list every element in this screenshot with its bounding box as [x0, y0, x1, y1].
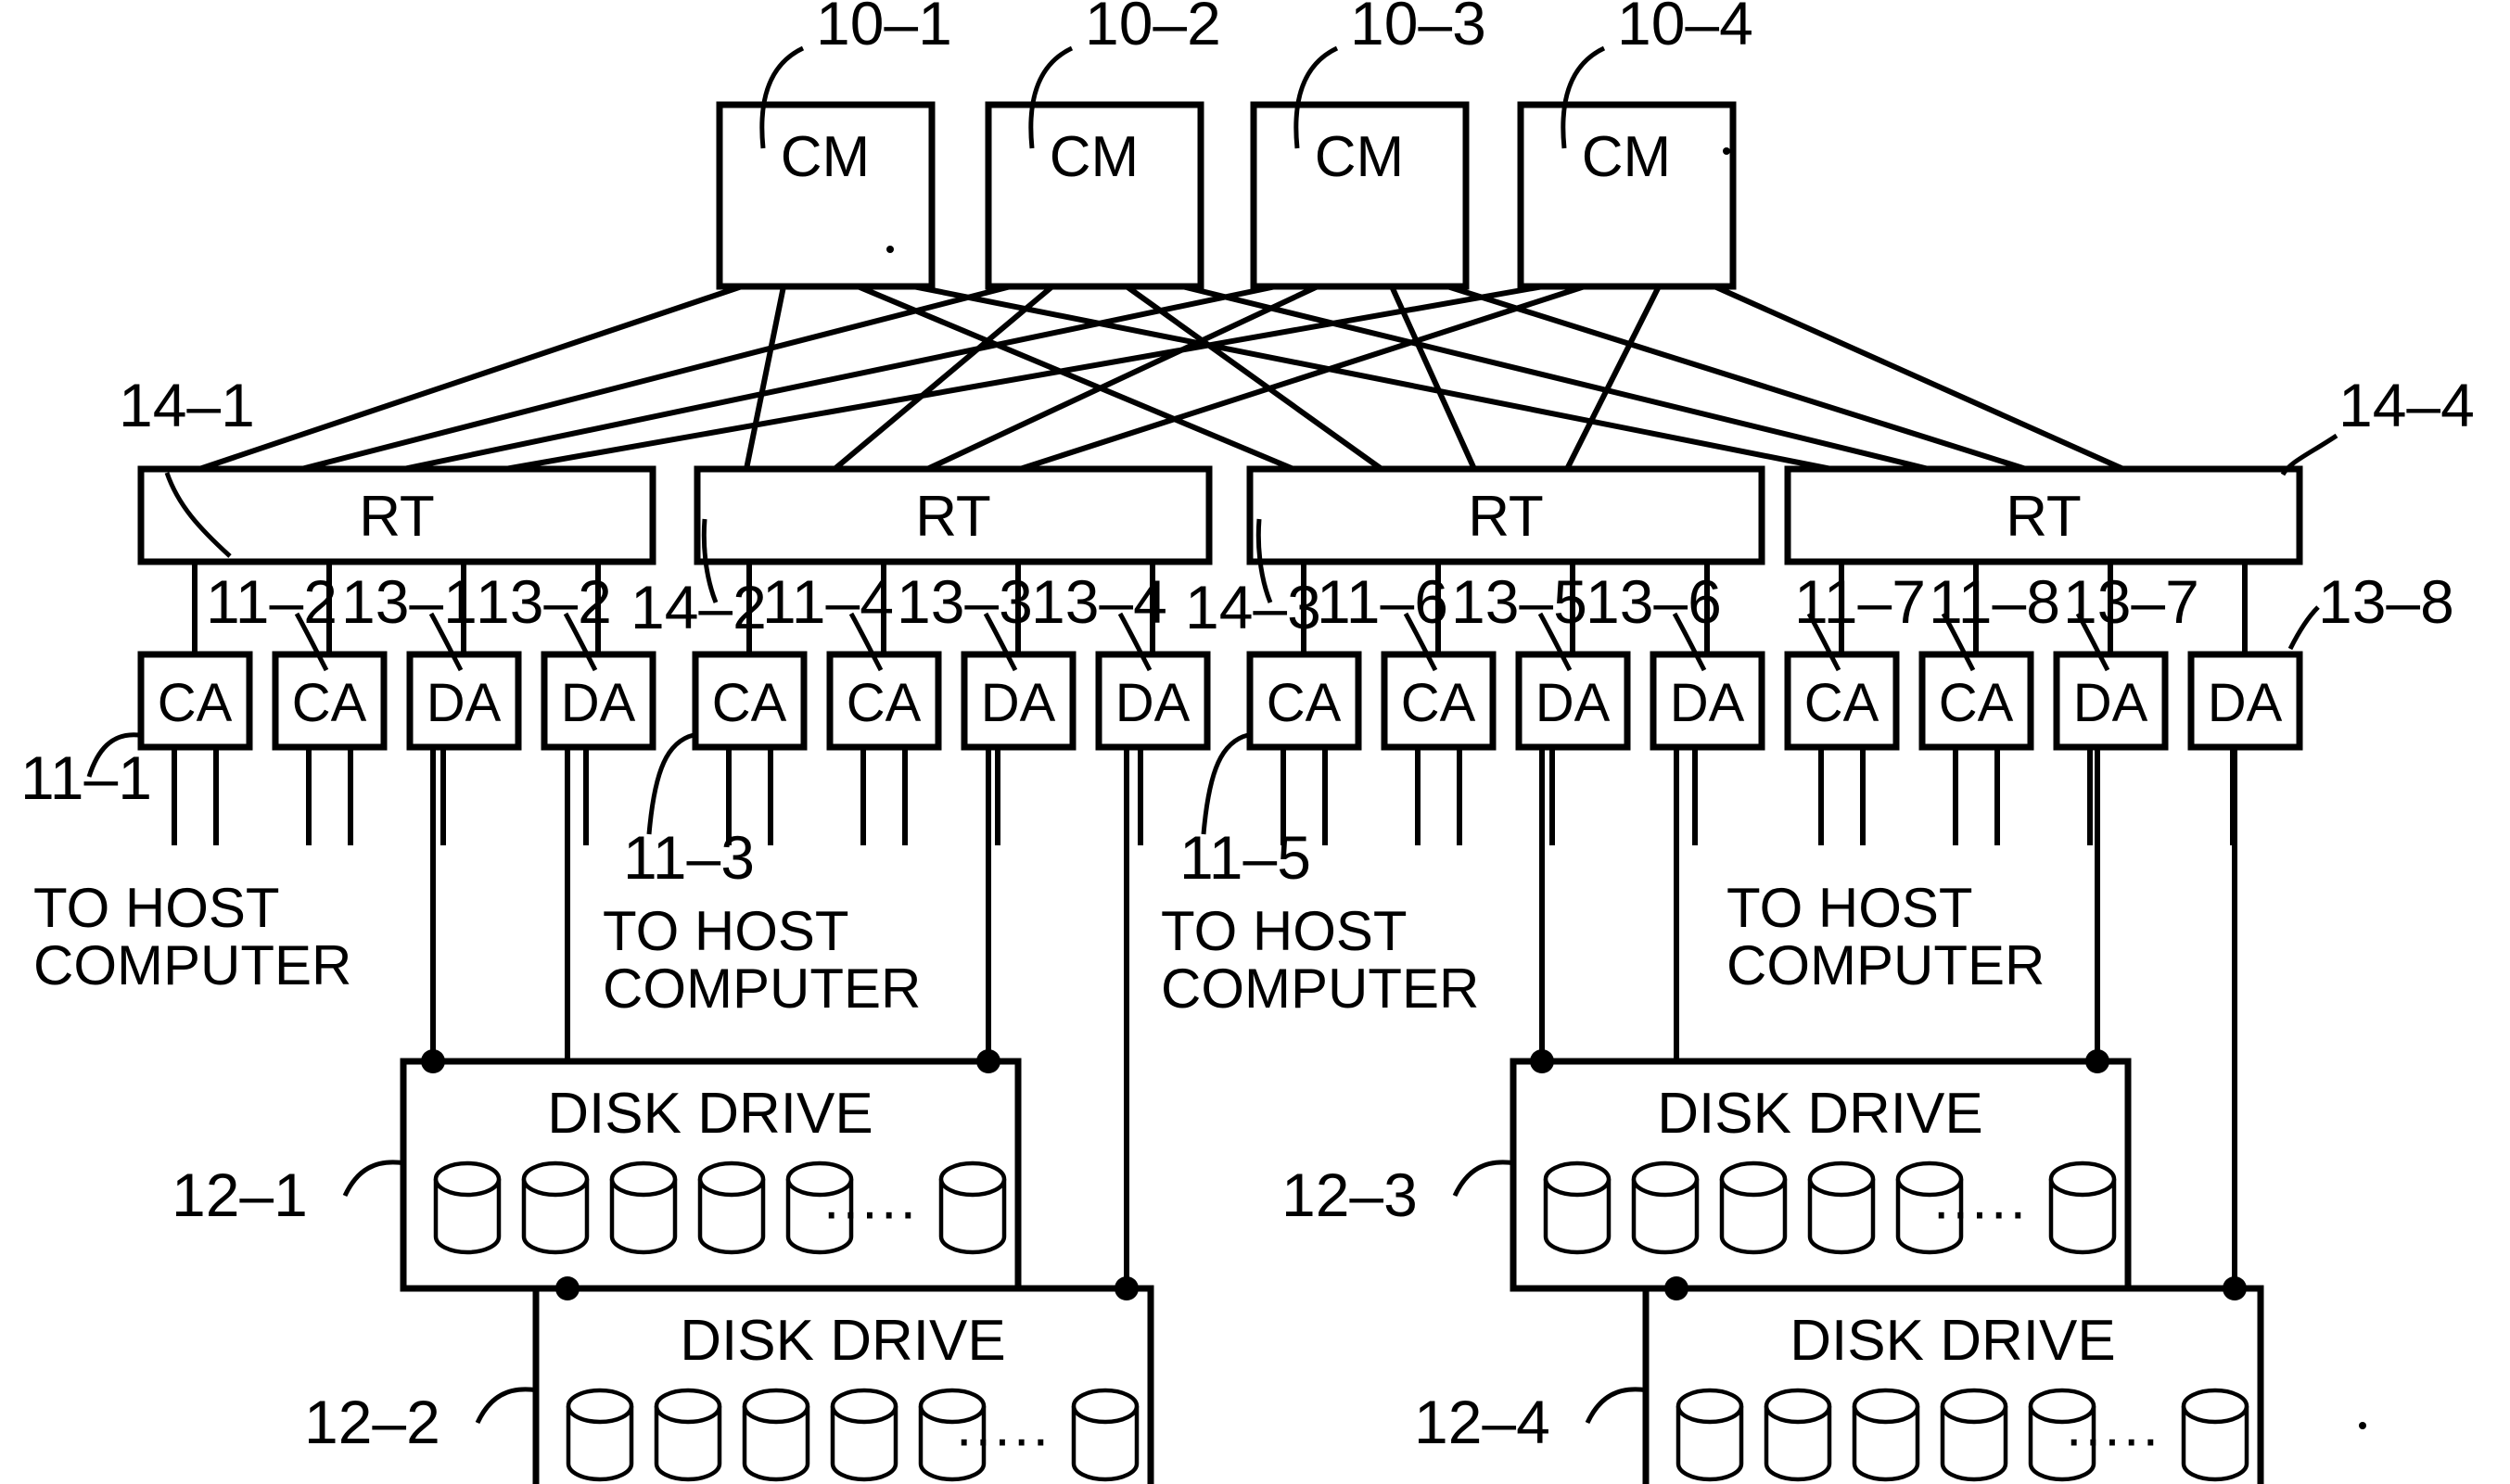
ref-12-3: 12–3	[1281, 1161, 1418, 1229]
ref-11-6: 11–6	[1317, 567, 1448, 636]
ref-10-1: 10–1	[816, 0, 952, 57]
adapter-label-12: DA	[1670, 673, 1745, 733]
rt-label-2: RT	[915, 485, 991, 549]
adapter-label-13: CA	[1804, 673, 1879, 733]
disk-drive-label-2: DISK DRIVE	[680, 1309, 1005, 1373]
host-note-4-line2: COMPUTER	[1726, 934, 2045, 996]
host-note-1-line2: COMPUTER	[33, 934, 351, 996]
disk-ellipsis-1: ·····	[822, 1180, 917, 1244]
ref-11-4: 11–4	[762, 567, 894, 636]
adapter-label-16: DA	[2208, 673, 2283, 733]
disk-drive-label-4: DISK DRIVE	[1790, 1309, 2115, 1373]
adapter-label-14: CA	[1939, 673, 2014, 733]
rt-label-3: RT	[1468, 485, 1544, 549]
host-note-3-line2: COMPUTER	[1161, 958, 1479, 1020]
ref-10-2: 10–2	[1085, 0, 1221, 57]
disk-drive-label-1: DISK DRIVE	[547, 1082, 873, 1146]
cm-label-4: CM	[1582, 125, 1671, 189]
ref-10-4: 10–4	[1617, 0, 1753, 57]
disk-drive-label-3: DISK DRIVE	[1657, 1082, 1982, 1146]
ref-14-1: 14–1	[119, 371, 255, 439]
ref-11-8: 11–8	[1929, 567, 2060, 636]
adapter-label-7: DA	[981, 673, 1056, 733]
disk-ellipsis-2: ·····	[954, 1407, 1050, 1471]
ref-11-5: 11–5	[1179, 823, 1311, 892]
ref-12-4: 12–4	[1414, 1388, 1550, 1456]
host-note-1-line1: TO HOST	[33, 877, 280, 939]
host-note-2-line1: TO HOST	[603, 900, 849, 962]
rt-label-4: RT	[2006, 485, 2082, 549]
host-note-2-line2: COMPUTER	[603, 958, 921, 1020]
adapter-label-1: CA	[158, 673, 233, 733]
adapter-label-8: DA	[1115, 673, 1191, 733]
ref-13-6: 13–6	[1586, 567, 1722, 636]
adapter-label-6: CA	[847, 673, 922, 733]
ref-11-7: 11–7	[1794, 567, 1926, 636]
adapter-label-10: CA	[1401, 673, 1476, 733]
adapter-label-4: DA	[561, 673, 636, 733]
adapter-label-15: DA	[2073, 673, 2148, 733]
ref-14-3: 14–3	[1185, 573, 1321, 641]
ref-11-1: 11–1	[20, 743, 152, 812]
adapter-label-3: DA	[427, 673, 502, 733]
ref-13-2: 13–2	[476, 567, 612, 636]
host-note-4-line1: TO HOST	[1726, 877, 1973, 939]
adapter-label-2: CA	[292, 673, 367, 733]
ref-13-4: 13–4	[1031, 567, 1167, 636]
ref-10-3: 10–3	[1350, 0, 1486, 57]
cm-label-3: CM	[1315, 125, 1404, 189]
ref-13-5: 13–5	[1451, 567, 1587, 636]
ref-13-8: 13–8	[2318, 567, 2454, 636]
ref-12-1: 12–1	[172, 1161, 308, 1229]
adapter-label-5: CA	[712, 673, 787, 733]
ref-13-1: 13–1	[341, 567, 478, 636]
adapter-label-11: DA	[1535, 673, 1611, 733]
disk-ellipsis-4: ·····	[2064, 1407, 2160, 1471]
cm-label-2: CM	[1050, 125, 1139, 189]
disk-ellipsis-3: ·····	[1931, 1180, 2027, 1244]
host-note-3-line1: TO HOST	[1161, 900, 1408, 962]
ref-13-7: 13–7	[2063, 567, 2199, 636]
ref-11-2: 11–2	[206, 567, 338, 636]
rt-label-1: RT	[359, 485, 435, 549]
ref-14-2: 14–2	[631, 573, 767, 641]
ref-14-4: 14–4	[2338, 371, 2475, 439]
figure-canvas: CM CM CM CM 10–1 10–2 10–3 10–4 RT RT RT…	[0, 0, 2510, 1484]
ref-11-3: 11–3	[623, 823, 755, 892]
adapter-label-9: CA	[1267, 673, 1342, 733]
ref-13-3: 13–3	[897, 567, 1033, 636]
diagram-text: CM CM CM CM 10–1 10–2 10–3 10–4 RT RT RT…	[20, 0, 2475, 1471]
ref-12-2: 12–2	[304, 1388, 440, 1456]
cm-label-1: CM	[781, 125, 870, 189]
